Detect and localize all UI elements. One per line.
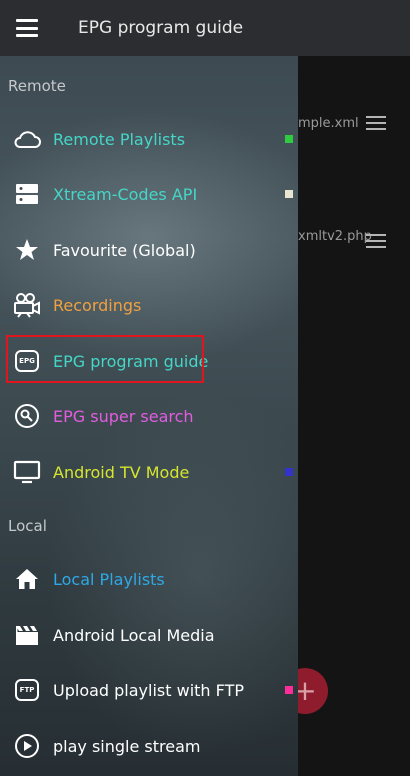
ftp-icon-label: FTP — [15, 679, 39, 701]
play-circle-icon — [12, 731, 42, 761]
app-bar: EPG program guide — [0, 0, 410, 56]
navigation-drawer: Remote Remote Playlists Xtream-Codes API… — [0, 56, 298, 776]
section-header-remote: Remote — [8, 77, 66, 95]
home-icon — [12, 564, 42, 594]
drawer-item-label: play single stream — [53, 736, 201, 756]
drawer-item-label: Upload playlist with FTP — [53, 680, 244, 700]
playlist-row-1-menu-icon[interactable] — [366, 116, 386, 130]
drawer-item-label: Android Local Media — [53, 625, 215, 645]
app-bar-title: EPG program guide — [78, 18, 244, 38]
hamburger-menu-icon[interactable] — [16, 19, 38, 37]
status-indicator — [285, 190, 293, 198]
drawer-item-android-local-media[interactable]: Android Local Media — [0, 615, 298, 655]
playlist-row-2[interactable]: xmltv2.php — [298, 229, 372, 244]
drawer-item-upload-playlist-ftp[interactable]: FTP Upload playlist with FTP — [0, 670, 298, 710]
playlist-row-1[interactable]: mple.xml — [298, 116, 359, 131]
drawer-item-label: EPG program guide — [53, 351, 209, 371]
drawer-item-epg-super-search[interactable]: EPG super search — [0, 396, 298, 436]
clapperboard-icon — [12, 620, 42, 650]
cloud-icon — [12, 124, 42, 154]
drawer-item-epg-program-guide[interactable]: EPG EPG program guide — [0, 341, 298, 381]
drawer-item-local-playlists[interactable]: Local Playlists — [0, 559, 298, 599]
section-header-local: Local — [8, 517, 47, 535]
drawer-item-label: Xtream-Codes API — [53, 184, 198, 204]
tv-icon — [12, 457, 42, 487]
playlist-row-2-label: xmltv2.php — [298, 229, 372, 244]
status-indicator — [285, 468, 293, 476]
drawer-item-recordings[interactable]: Recordings — [0, 285, 298, 325]
drawer-item-label: Remote Playlists — [53, 129, 186, 149]
epg-icon-label: EPG — [15, 350, 39, 372]
star-icon — [12, 235, 42, 265]
drawer-item-label: Favourite (Global) — [53, 240, 196, 260]
drawer-item-android-tv-mode[interactable]: Android TV Mode — [0, 452, 298, 492]
status-indicator — [285, 135, 293, 143]
search-icon — [12, 401, 42, 431]
playlist-row-1-label: mple.xml — [298, 116, 359, 131]
drawer-item-remote-playlists[interactable]: Remote Playlists — [0, 119, 298, 159]
epg-icon: EPG — [12, 346, 42, 376]
drawer-item-label: Android TV Mode — [53, 462, 190, 482]
drawer-item-label: EPG super search — [53, 406, 194, 426]
video-camera-icon — [12, 290, 42, 320]
ftp-icon: FTP — [12, 675, 42, 705]
server-icon — [12, 179, 42, 209]
drawer-item-play-single-stream[interactable]: play single stream — [0, 726, 298, 766]
drawer-item-label: Recordings — [53, 295, 142, 315]
drawer-item-label: Local Playlists — [53, 569, 165, 589]
drawer-item-xtream-codes-api[interactable]: Xtream-Codes API — [0, 174, 298, 214]
drawer-item-favourite-global[interactable]: Favourite (Global) — [0, 230, 298, 270]
status-indicator — [285, 686, 293, 694]
playlist-row-2-menu-icon[interactable] — [366, 234, 386, 248]
